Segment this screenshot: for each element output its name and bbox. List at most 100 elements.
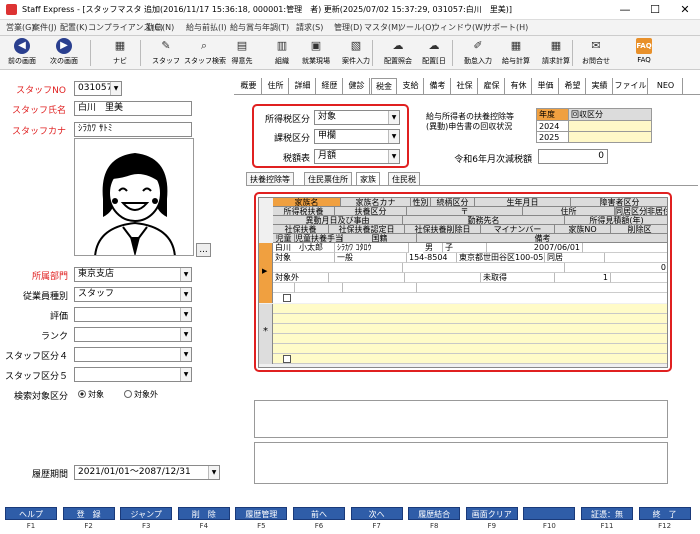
grid-cell[interactable]	[405, 273, 481, 283]
grid-cell[interactable]: 同居	[545, 253, 605, 263]
contact-button[interactable]: ✉ お問合せ	[576, 37, 616, 69]
grid-cell[interactable]: 154-8504	[407, 253, 457, 263]
grid-cell[interactable]	[295, 283, 343, 293]
field-select[interactable]: 東京支店 ▼	[74, 267, 192, 282]
grid-cell[interactable]	[329, 273, 405, 283]
grid-cell[interactable]	[273, 263, 403, 273]
grid-row-new[interactable]	[273, 304, 667, 364]
reduction-field[interactable]: 0	[538, 149, 608, 164]
menu-item[interactable]: 配置(K)	[60, 22, 88, 33]
tab-6[interactable]: 支給	[398, 78, 424, 94]
tab-13[interactable]: 実績	[587, 78, 613, 94]
attendance-input-button[interactable]: ✐ 勤怠入力	[458, 37, 498, 69]
grid-cell[interactable]: 1	[555, 273, 611, 283]
menu-item[interactable]: 営業(G)	[6, 22, 34, 33]
menu-item[interactable]: ツール(O)	[398, 22, 435, 33]
tab-2[interactable]: 詳細	[290, 78, 316, 94]
tax-class-select[interactable]: 甲欄 ▼	[314, 129, 400, 144]
minimize-button[interactable]: —	[610, 0, 640, 20]
fkey-f12-button[interactable]: 終 了 F12	[638, 506, 692, 534]
close-button[interactable]: ✕	[670, 0, 700, 20]
grid-cell[interactable]: 未取得	[481, 273, 555, 283]
fkey-f8-button[interactable]: 履歴結合 F8	[407, 506, 461, 534]
tab-11[interactable]: 単価	[533, 78, 559, 94]
menu-item[interactable]: サポート(H)	[484, 22, 528, 33]
tab-7[interactable]: 備考	[425, 78, 451, 94]
grid-cell[interactable]: 一般	[335, 253, 407, 263]
menu-item[interactable]: 請求(S)	[296, 22, 323, 33]
tab-15[interactable]: NEO	[649, 78, 683, 94]
field-select[interactable]: ▼	[74, 367, 192, 382]
payroll-button[interactable]: ▦ 給与計算	[496, 37, 536, 69]
grid-cell[interactable]: 男	[423, 243, 443, 253]
subtab-3[interactable]: 住民税	[388, 172, 420, 185]
menu-item[interactable]: 給与前払(I)	[186, 22, 227, 33]
grid-cell[interactable]	[583, 243, 667, 253]
fkey-f9-button[interactable]: 画面クリア F9	[465, 506, 519, 534]
fkey-f3-button[interactable]: ジャンプ F3	[119, 506, 173, 534]
faq-button[interactable]: FAQ FAQ	[624, 37, 664, 69]
maximize-button[interactable]: ☐	[640, 0, 670, 20]
worksite-button[interactable]: ▣ 就業現場	[296, 37, 336, 69]
history-period-select[interactable]: 2021/01/01～2087/12/31 ▼	[74, 465, 220, 480]
tab-3[interactable]: 経歴	[317, 78, 343, 94]
tab-14[interactable]: ファイル	[614, 78, 648, 94]
assignment-inquiry-button[interactable]: ☁ 配置照会	[378, 37, 418, 69]
assignment-day-button[interactable]: ☁ 配置[日	[414, 37, 454, 69]
grid-cell[interactable]: 0	[565, 263, 667, 273]
checkbox[interactable]	[283, 294, 291, 302]
grid-cell[interactable]: 子	[443, 243, 487, 253]
grid-cell[interactable]: 対象	[273, 253, 335, 263]
fkey-f2-button[interactable]: 登 録 F2	[62, 506, 116, 534]
fkey-f4-button[interactable]: 削 除 F4	[177, 506, 231, 534]
grid-cell[interactable]	[273, 283, 295, 293]
field-select[interactable]: ▼	[74, 347, 192, 362]
photo-browse-button[interactable]: ...	[196, 243, 211, 257]
fkey-f5-button[interactable]: 履歴管理 F5	[234, 506, 288, 534]
tax-table-select[interactable]: 月額 ▼	[314, 149, 400, 164]
field-select[interactable]: スタッフ ▼	[74, 287, 192, 302]
field-select[interactable]: ▼	[74, 327, 192, 342]
remarks-textarea-1[interactable]	[254, 400, 668, 438]
grid-cell[interactable]: ｼﾗｶﾜ ｺﾀﾛｳ	[335, 243, 409, 253]
forward-button[interactable]: ▶ 次の画面	[44, 37, 84, 69]
tab-10[interactable]: 有休	[506, 78, 532, 94]
back-button[interactable]: ◀ 前の画面	[2, 37, 42, 69]
staff-search-button[interactable]: ⌕ スタッフ検索	[184, 37, 226, 69]
grid-cell[interactable]	[417, 283, 667, 293]
tab-12[interactable]: 希望	[560, 78, 586, 94]
staff-button[interactable]: ✎ スタッフ	[146, 37, 186, 69]
subtab-2[interactable]: 家族	[356, 172, 380, 185]
subtab-1[interactable]: 住民票住所	[304, 172, 352, 185]
fkey-f6-button[interactable]: 前へ F6	[292, 506, 346, 534]
grid-cell[interactable]	[605, 253, 667, 263]
client-button[interactable]: ▤ 得意先	[222, 37, 262, 69]
grid-cell[interactable]: 東京都世田谷区100-058	[457, 253, 545, 263]
income-tax-class-select[interactable]: 対象 ▼	[314, 110, 400, 125]
status-cell[interactable]	[568, 131, 652, 143]
tab-5[interactable]: 税金	[371, 78, 397, 94]
fkey-f1-button[interactable]: ヘルプ F1	[4, 506, 58, 534]
menu-item[interactable]: 案件(J)	[32, 22, 57, 33]
radio-target[interactable]: 対象	[78, 389, 104, 400]
grid-cell[interactable]: 2007/06/01	[487, 243, 583, 253]
radio-non-target[interactable]: 対象外	[124, 389, 158, 400]
order-input-button[interactable]: ▧ 案件入力	[336, 37, 376, 69]
menu-item[interactable]: 給与賞与年調(T)	[230, 22, 289, 33]
fkey-f11-button[interactable]: 証憑：無 F11	[580, 506, 634, 534]
tab-8[interactable]: 社保	[452, 78, 478, 94]
checkbox[interactable]	[283, 355, 291, 363]
billing-button[interactable]: ▦ 請求計算	[536, 37, 576, 69]
staff-no-select[interactable]: 031057 ▼	[74, 81, 122, 96]
fkey-f7-button[interactable]: 次へ F7	[350, 506, 404, 534]
subtab-0[interactable]: 扶養控除等	[246, 172, 294, 185]
navi-button[interactable]: ▦ ナビ	[100, 37, 140, 69]
menu-item[interactable]: ウィンドウ(W)	[432, 22, 486, 33]
staff-name-field[interactable]: 白川 里美	[74, 101, 192, 116]
tab-4[interactable]: 健診	[344, 78, 370, 94]
menu-item[interactable]: 勤怠(N)	[146, 22, 174, 33]
staff-kana-field[interactable]: ｼﾗｶﾜ ｻﾄﾐ	[74, 122, 192, 137]
status-cell[interactable]	[568, 120, 652, 132]
tab-1[interactable]: 住所	[263, 78, 289, 94]
tab-9[interactable]: 雇保	[479, 78, 505, 94]
